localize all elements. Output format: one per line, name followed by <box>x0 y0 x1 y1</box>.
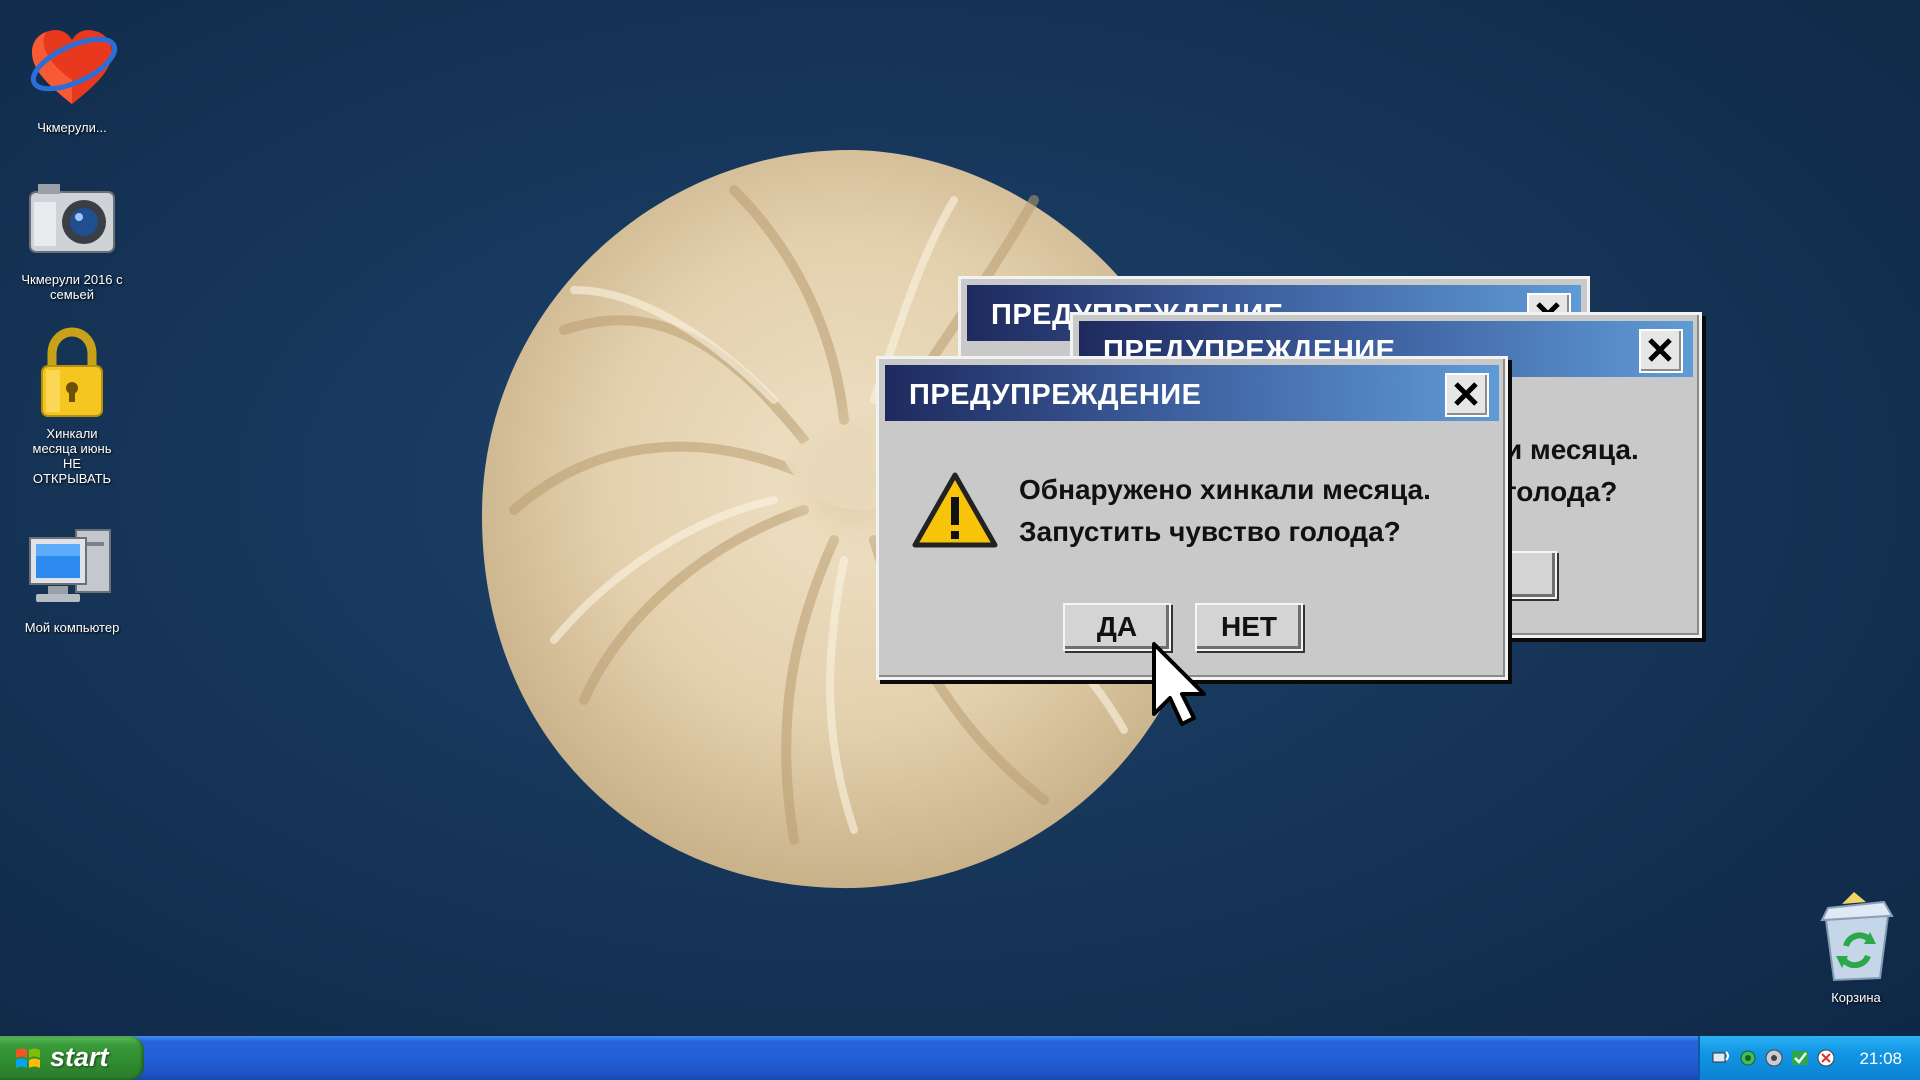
close-icon <box>1454 382 1478 406</box>
network-icon[interactable] <box>1712 1048 1732 1068</box>
desktop-icon-chkmeruli[interactable]: Чкмерули... <box>12 20 132 135</box>
warning-dialog: ПРЕДУПРЕЖДЕНИЕ Обнаружено хинкали месяца… <box>876 356 1508 680</box>
warning-icon <box>911 471 999 551</box>
start-button[interactable]: start <box>0 1036 144 1080</box>
desktop-icon-recycle-bin[interactable]: Корзина <box>1796 890 1916 1005</box>
desktop-icon-label: Мой компьютер <box>24 620 120 635</box>
recycle-bin-icon <box>1808 890 1904 986</box>
windows-logo-icon <box>14 1046 42 1077</box>
dialog-titlebar[interactable]: ПРЕДУПРЕЖДЕНИЕ <box>885 365 1499 421</box>
desktop-icon-chkmeruli-2016[interactable]: Чкмерули 2016 с семьей <box>12 172 132 302</box>
desktop-icon-label: Чкмерули... <box>37 120 107 135</box>
clock: 21:08 <box>1859 1049 1902 1068</box>
desktop-icon-my-computer[interactable]: Мой компьютер <box>12 520 132 635</box>
volume-icon[interactable] <box>1764 1048 1784 1068</box>
system-tray: 21:08 <box>1698 1036 1920 1080</box>
close-button[interactable] <box>1639 329 1683 373</box>
desktop-icon-label: Чкмерули 2016 с семьей <box>21 272 123 302</box>
dialog-title: ПРЕДУПРЕЖДЕНИЕ <box>909 379 1202 411</box>
dialog-message-line1: Обнаружено хинкали месяца. <box>1019 474 1431 505</box>
desktop-icon-label: Корзина <box>1831 990 1881 1005</box>
close-button[interactable] <box>1445 373 1489 417</box>
settings-icon[interactable] <box>1738 1048 1758 1068</box>
desktop: Чкмерули... Чкмерули 2016 с семьей Хинка… <box>0 0 1920 1036</box>
heart-icon <box>24 20 120 116</box>
taskbar: start 21:08 <box>0 1036 1920 1080</box>
dialog-message-line2: Запустить чувство голода? <box>1019 516 1401 547</box>
start-label: start <box>50 1042 109 1072</box>
lock-icon <box>24 326 120 422</box>
security-check-icon[interactable] <box>1790 1048 1810 1068</box>
dialog-message-line2: голода? <box>1505 476 1618 507</box>
alert-icon[interactable] <box>1816 1048 1836 1068</box>
mouse-cursor-icon <box>1150 640 1214 735</box>
dialog-message-line1: и месяца. <box>1505 434 1639 465</box>
close-icon <box>1648 338 1672 362</box>
camera-icon <box>24 172 120 268</box>
computer-icon <box>24 520 120 616</box>
desktop-icon-label: Хинкали месяца июнь НЕ ОТКРЫВАТЬ <box>32 426 112 486</box>
desktop-icon-khinkali-june[interactable]: Хинкали месяца июнь НЕ ОТКРЫВАТЬ <box>12 326 132 486</box>
